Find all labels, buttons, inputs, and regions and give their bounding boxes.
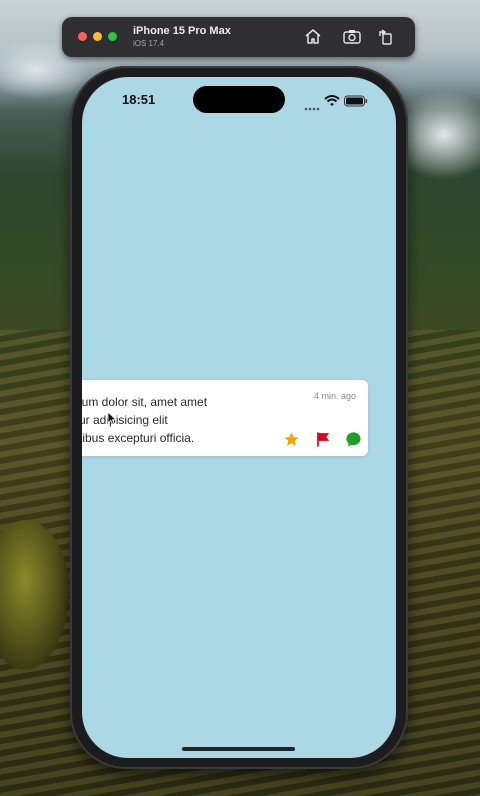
flag-icon — [316, 431, 329, 447]
favorite-button[interactable] — [282, 430, 300, 448]
chat-bubble-icon — [345, 431, 361, 447]
close-window-button[interactable] — [78, 32, 87, 41]
minimize-window-button[interactable] — [93, 32, 102, 41]
status-icons — [304, 94, 368, 111]
cellular-dots-icon — [304, 98, 320, 116]
wifi-icon — [324, 94, 340, 112]
home-indicator[interactable] — [182, 747, 295, 751]
message-line: tatibus excepturi officia. — [82, 431, 195, 445]
reply-button[interactable] — [344, 430, 362, 448]
simulator-device-name: iPhone 15 Pro Max — [133, 25, 231, 37]
simulator-toolbar: iPhone 15 Pro Max iOS 17.4 — [62, 17, 415, 57]
flag-button[interactable] — [314, 430, 332, 448]
dynamic-island — [193, 86, 285, 113]
home-icon[interactable] — [303, 27, 323, 47]
status-time: 18:51 — [122, 92, 156, 107]
battery-icon — [344, 94, 368, 112]
simulator-os-version: iOS 17.4 — [133, 39, 165, 48]
zoom-window-button[interactable] — [108, 32, 117, 41]
mouse-cursor-icon — [107, 411, 117, 426]
notification-card[interactable]: osum dolor sit, amet amet etur adipisici… — [82, 380, 368, 456]
rotate-icon[interactable] — [376, 27, 396, 47]
message-line: osum dolor sit, amet amet — [82, 395, 208, 409]
notification-actions — [280, 430, 362, 448]
phone-screen: 18:51 osum dolor sit, amet amet etur adi… — [82, 77, 396, 758]
notification-timestamp: 4 min. ago — [313, 391, 356, 401]
star-icon — [283, 431, 299, 446]
screenshot-icon[interactable] — [342, 27, 362, 47]
